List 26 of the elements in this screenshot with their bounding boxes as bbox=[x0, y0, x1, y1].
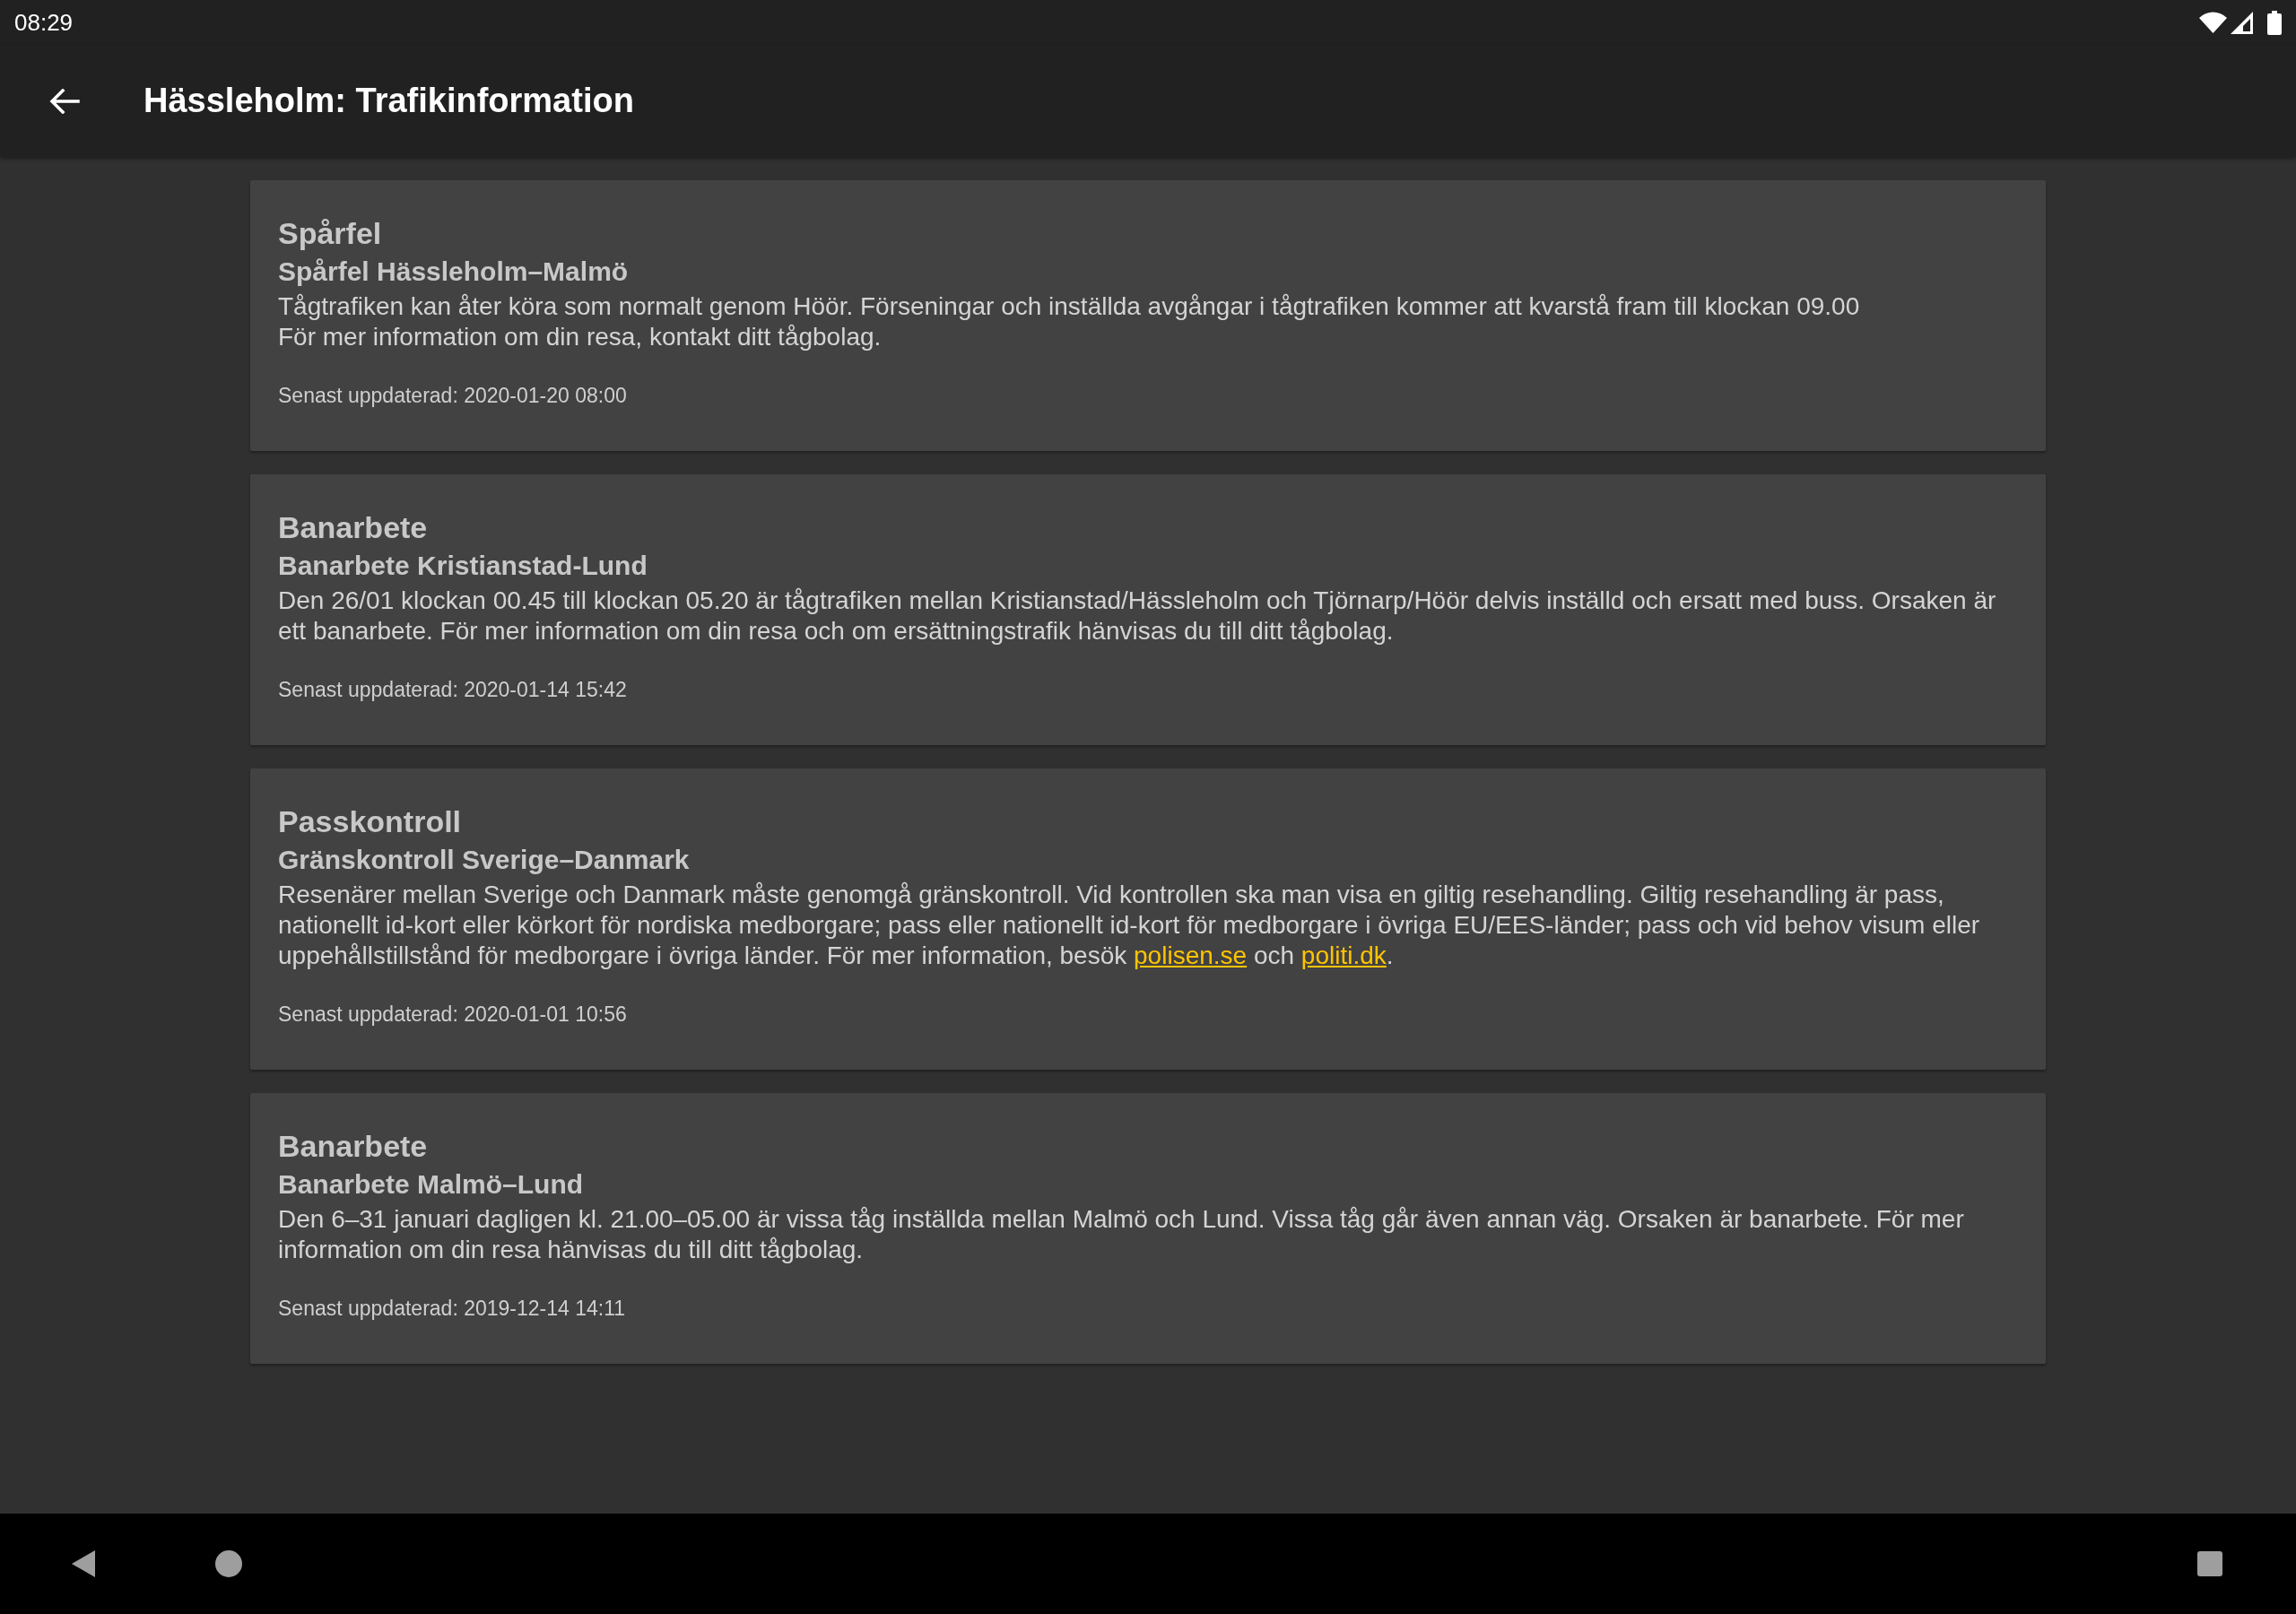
updated-text: Senast uppdaterad: 2019-12-14 14:11 bbox=[278, 1297, 627, 1320]
message-text: Resenärer mellan Sverige och Danmark måste genomgå gränskontroll. Vid kontrollen ska man visa en giltig resehandling. Giltig resehandling är pass, nationellt id-kort eller körkort för nordiska medborgare; pass eller nationellt id-kort för medborgare i övriga EU/EES-länder; pass och vid behov visum eller uppehållstillstånd för medborgare i övriga länder. För mer information, besök polisen.se och politi.dk. bbox=[278, 880, 1981, 971]
updated-text: Senast uppdaterad: 2020-01-14 15:42 bbox=[278, 678, 628, 701]
web-link[interactable]: polisen.se bbox=[1134, 941, 1248, 969]
battery-icon bbox=[2267, 10, 2282, 35]
home-icon[interactable] bbox=[215, 1550, 242, 1577]
category-heading: Passkontroll bbox=[278, 803, 463, 840]
signal-icon bbox=[2231, 11, 2253, 34]
back-icon[interactable] bbox=[71, 1549, 96, 1578]
message-title: Banarbete Kristianstad-Lund bbox=[278, 550, 648, 582]
updated-text: Senast uppdaterad: 2020-01-01 10:56 bbox=[278, 1002, 628, 1026]
updated-text: Senast uppdaterad: 2020-01-20 08:00 bbox=[278, 384, 628, 407]
category-heading: Banarbete bbox=[278, 1128, 429, 1165]
message-title: Spårfel Hässleholm–Malmö bbox=[278, 256, 630, 288]
wifi-icon bbox=[2199, 12, 2227, 33]
message-text: Tågtrafiken kan åter köra som normalt genom Höör. Förseningar och inställda avgångar i tågtrafiken kommer att kvarstå fram till klockan 09.00 För mer information om din resa, kontakt ditt tågbolag. bbox=[278, 291, 1861, 352]
page-title: Hässleholm: Trafikinformation bbox=[144, 80, 634, 121]
category-heading: Banarbete bbox=[278, 509, 429, 546]
message-title: Gränskontroll Sverige–Danmark bbox=[278, 844, 691, 876]
message-text: Den 26/01 klockan 00.45 till klockan 05.20 är tågtrafiken mellan Kristianstad/Hässleholm och Tjörnarp/Höör delvis inställd och ersatt med buss. Orsaken är ett banarbete. För mer information om din resa och om ersättningstrafik hänvisas du till ditt tågbolag. bbox=[278, 586, 1997, 646]
category-heading: Spårfel bbox=[278, 215, 383, 252]
back-arrow-icon bbox=[49, 88, 80, 114]
web-link[interactable]: politi.dk bbox=[1300, 941, 1387, 969]
status-time: 08:29 bbox=[14, 11, 74, 34]
message-title: Banarbete Malmö–Lund bbox=[278, 1168, 585, 1201]
message-text: Den 6–31 januari dagligen kl. 21.00–05.00 är vissa tåg inställda mellan Malmö och Lund. Vissa tåg går även annan väg. Orsaken är banarbete. För mer information om din resa hänvisas du till ditt tågbolag. bbox=[278, 1204, 1965, 1265]
